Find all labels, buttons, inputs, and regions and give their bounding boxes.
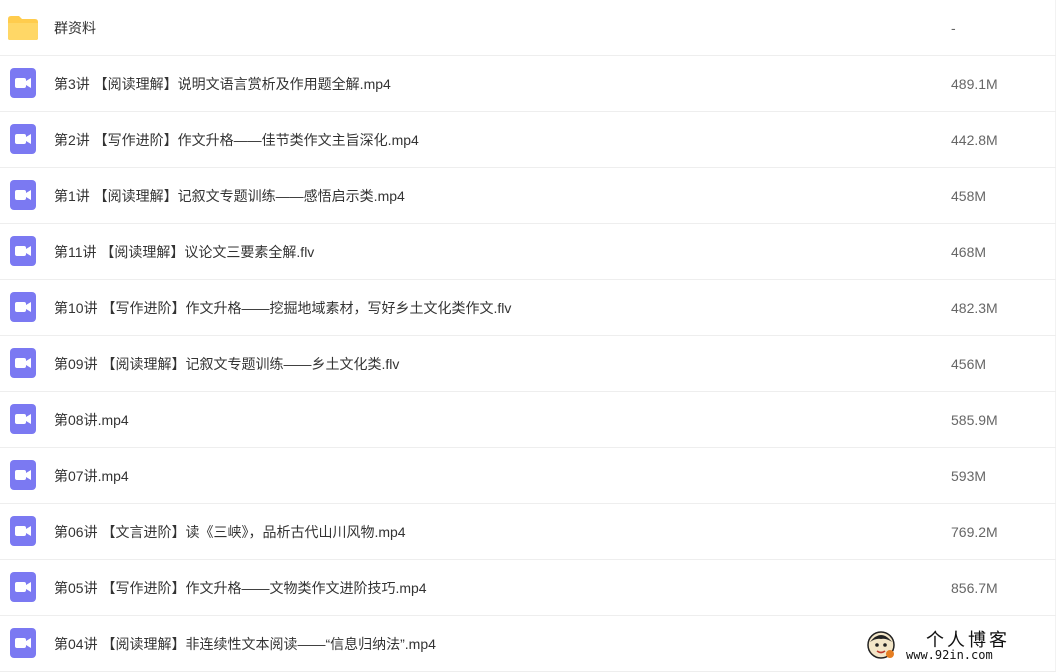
video-file-icon <box>8 348 38 378</box>
file-row[interactable]: 第11讲 【阅读理解】议论文三要素全解.flv 468M <box>0 224 1056 280</box>
file-name[interactable]: 第06讲 【文言进阶】读《三峡》，品析古代山川风物.mp4 <box>54 504 406 560</box>
file-size: - <box>951 20 956 36</box>
file-name[interactable]: 第07讲.mp4 <box>54 448 129 504</box>
video-file-icon <box>8 292 38 322</box>
video-file-icon <box>8 460 38 490</box>
file-row[interactable]: 第10讲 【写作进阶】作文升格——挖掘地域素材，写好乡土文化类作文.flv 482… <box>0 280 1056 336</box>
file-row[interactable]: 第3讲 【阅读理解】说明文语言赏析及作用题全解.mp4 489.1M <box>0 56 1056 112</box>
file-size: 585.9M <box>951 412 998 428</box>
folder-row[interactable]: 群资料 - <box>0 0 1056 56</box>
video-file-icon <box>8 404 38 434</box>
file-row[interactable]: 第06讲 【文言进阶】读《三峡》，品析古代山川风物.mp4 769.2M <box>0 504 1056 560</box>
file-name[interactable]: 第05讲 【写作进阶】作文升格——文物类作文进阶技巧.mp4 <box>54 560 427 616</box>
file-size: 769.2M <box>951 524 998 540</box>
file-name[interactable]: 第3讲 【阅读理解】说明文语言赏析及作用题全解.mp4 <box>54 56 391 112</box>
video-file-icon <box>8 572 38 602</box>
file-name[interactable]: 群资料 <box>54 0 96 56</box>
file-size: 468M <box>951 244 987 260</box>
file-name[interactable]: 第08讲.mp4 <box>54 392 129 448</box>
file-size: 458M <box>951 188 987 204</box>
file-name[interactable]: 第2讲 【写作进阶】作文升格——佳节类作文主旨深化.mp4 <box>54 112 419 168</box>
watermark-avatar-icon <box>866 630 896 660</box>
video-file-icon <box>8 124 38 154</box>
file-row[interactable]: 第2讲 【写作进阶】作文升格——佳节类作文主旨深化.mp4 442.8M <box>0 112 1056 168</box>
file-size: 456M <box>951 356 987 372</box>
file-name[interactable]: 第1讲 【阅读理解】记叙文专题训练——感悟启示类.mp4 <box>54 168 405 224</box>
file-row[interactable]: 第08讲.mp4 585.9M <box>0 392 1056 448</box>
file-list: 群资料 - 第3讲 【阅读理解】说明文语言赏析及作用题全解.mp4 489.1M 第2讲… <box>0 0 1056 672</box>
file-size: 593M <box>951 468 987 484</box>
video-file-icon <box>8 516 38 546</box>
file-name[interactable]: 第04讲 【阅读理解】非连续性文本阅读——“信息归纳法”.mp4 <box>54 616 436 672</box>
file-size: 489.1M <box>951 76 998 92</box>
file-row[interactable]: 第1讲 【阅读理解】记叙文专题训练——感悟启示类.mp4 458M <box>0 168 1056 224</box>
folder-icon <box>7 15 38 45</box>
file-size: 482.3M <box>951 300 998 316</box>
file-row[interactable]: 第09讲 【阅读理解】记叙文专题训练——乡土文化类.flv 456M <box>0 336 1056 392</box>
video-file-icon <box>8 628 38 658</box>
file-size: 442.8M <box>951 132 998 148</box>
file-row[interactable]: 第05讲 【写作进阶】作文升格——文物类作文进阶技巧.mp4 856.7M <box>0 560 1056 616</box>
file-row[interactable]: 第07讲.mp4 593M <box>0 448 1056 504</box>
file-name[interactable]: 第09讲 【阅读理解】记叙文专题训练——乡土文化类.flv <box>54 336 399 392</box>
file-name[interactable]: 第10讲 【写作进阶】作文升格——挖掘地域素材，写好乡土文化类作文.flv <box>54 280 511 336</box>
watermark: 个人博客 www.92in.com <box>862 626 1054 666</box>
file-name[interactable]: 第11讲 【阅读理解】议论文三要素全解.flv <box>54 224 314 280</box>
video-file-icon <box>8 180 38 210</box>
file-size: 856.7M <box>951 580 998 596</box>
watermark-url: www.92in.com <box>906 648 993 662</box>
video-file-icon <box>8 236 38 266</box>
video-file-icon <box>8 68 38 98</box>
